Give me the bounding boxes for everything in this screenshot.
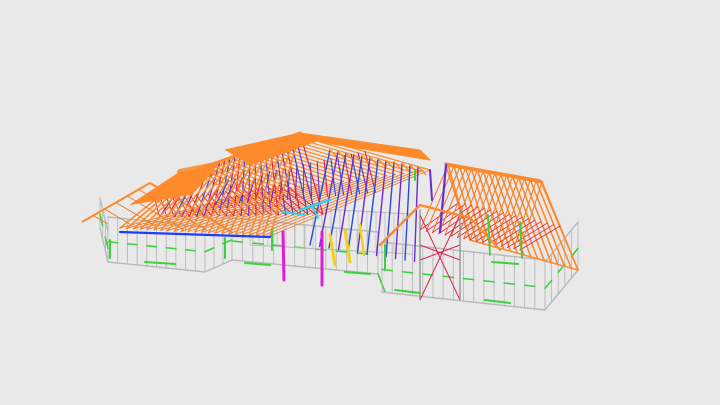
floor-marking [144,261,176,265]
wall-right-front-nogging [462,277,475,281]
angled-brace [378,203,422,247]
green-stud [519,221,523,259]
wall-right-front-nogging [503,282,516,285]
wall-right-front-nogging [523,284,536,288]
wall-left-front-nogging [184,248,197,252]
wall-middle-front-nogging [231,240,244,243]
right-purple-post [438,163,448,234]
truss-web [309,162,313,199]
3d-viewport[interactable] [0,0,720,405]
wall-right-front-nogging [401,270,414,274]
wall-right-front-nogging [483,279,495,283]
wall-left-front-nogging [165,246,177,250]
wall-right-end-bottom-plate [544,269,579,311]
wall-middle-front-nogging [335,250,348,253]
truss-web [316,161,321,198]
wall-right-front-nogging [381,268,393,272]
wall-left-end-top-plate [99,197,109,233]
wall-left-front-nogging [146,244,158,248]
floor-marking [484,299,511,304]
wall-middle-front-nogging [356,252,369,255]
truss-right-rafter [482,175,508,243]
framing-model-render [81,131,579,311]
valley-truss-top [393,161,403,171]
wall-middle-front-nogging [252,242,265,245]
wall-right-end-nogging [544,279,553,290]
post-magenta [281,230,286,282]
yellow-member [358,223,366,257]
right-purple-post [429,169,433,201]
green-stud [487,214,491,256]
floor-marking [394,289,421,294]
wall-left-front-nogging [126,242,138,246]
wall-left-return-bottom-plate [204,259,233,273]
wall-step-nogging [377,273,386,293]
truss-right-rafter [488,176,514,245]
roof-sheet-ridge [299,132,431,161]
wall-left-return-nogging [204,246,215,253]
wall-right-front-nogging [442,275,455,279]
